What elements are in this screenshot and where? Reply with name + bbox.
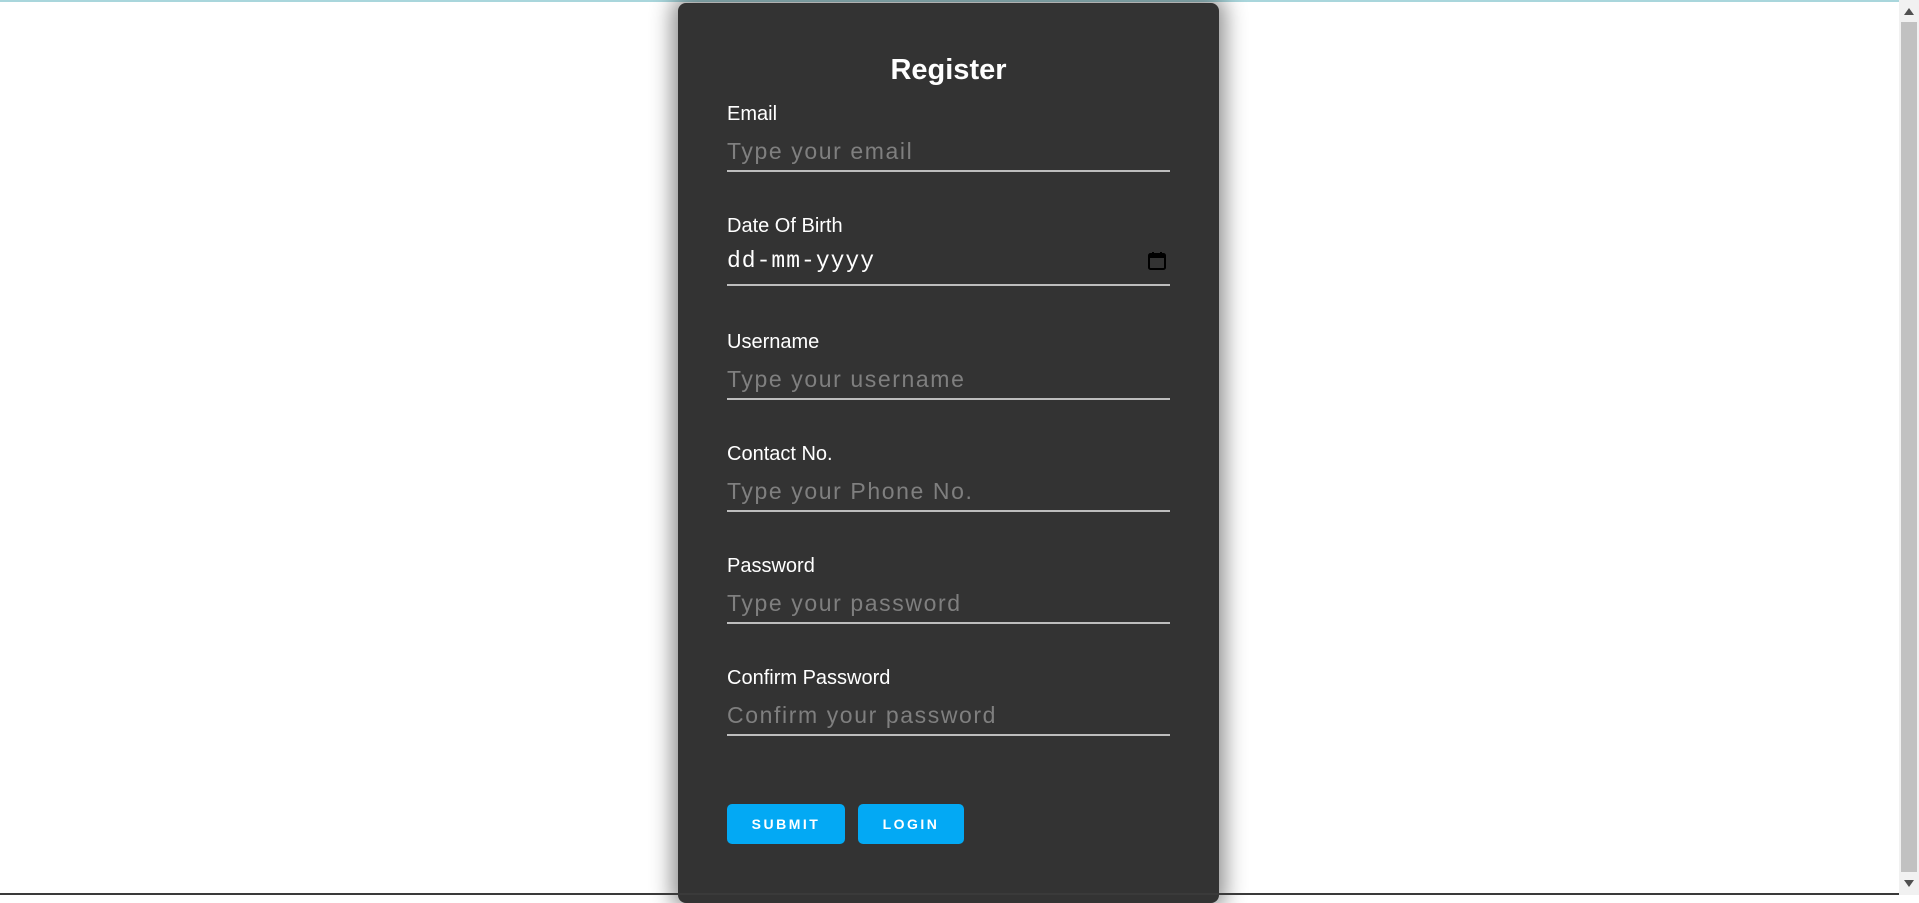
- password-label: Password: [727, 555, 815, 577]
- confirm-password-label: Confirm Password: [727, 667, 891, 689]
- login-button[interactable]: LOGIN: [858, 804, 964, 844]
- vertical-scrollbar[interactable]: [1899, 0, 1919, 895]
- scroll-up-arrow-icon[interactable]: [1899, 3, 1919, 20]
- submit-button[interactable]: SUBMIT: [727, 804, 845, 844]
- confirm-password-input[interactable]: [727, 696, 1170, 736]
- password-input[interactable]: [727, 584, 1170, 624]
- username-label: Username: [727, 331, 820, 353]
- dob-label: Date Of Birth: [727, 215, 843, 237]
- contact-label: Contact No.: [727, 443, 833, 465]
- register-card: Register Email Date Of Birth dd-mm-yyyy …: [678, 3, 1219, 903]
- dob-value: dd-mm-yyyy: [727, 248, 876, 274]
- contact-input[interactable]: [727, 472, 1170, 512]
- username-input[interactable]: [727, 360, 1170, 400]
- scrollbar-thumb[interactable]: [1901, 22, 1917, 872]
- calendar-icon[interactable]: [1147, 251, 1167, 271]
- email-input[interactable]: [727, 132, 1170, 172]
- form-title: Register: [890, 54, 1007, 86]
- top-border-line: [0, 0, 1899, 2]
- scroll-down-arrow-icon[interactable]: [1899, 875, 1919, 892]
- email-label: Email: [727, 103, 778, 125]
- dob-input[interactable]: dd-mm-yyyy: [727, 242, 1170, 286]
